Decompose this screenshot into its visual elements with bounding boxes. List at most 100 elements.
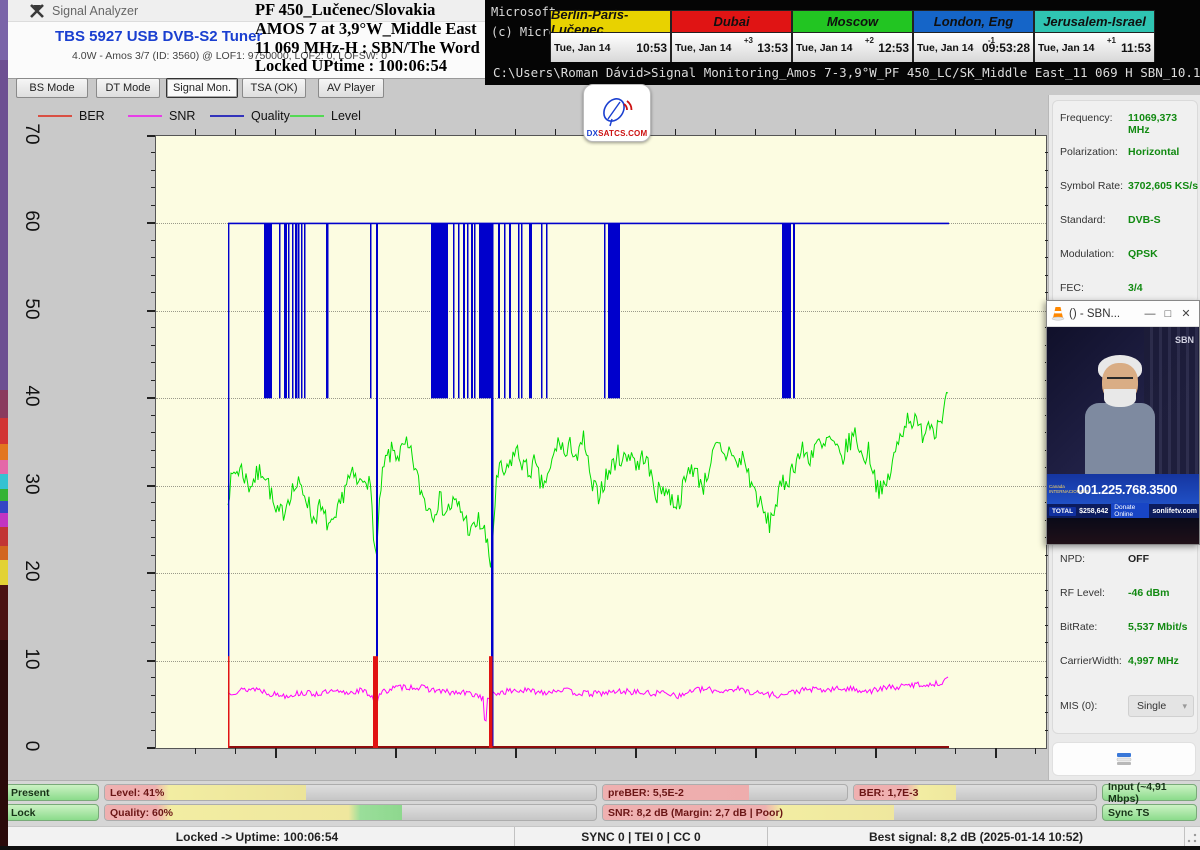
panel-value: 5,537 Mbit/s xyxy=(1128,621,1188,633)
chart-traces xyxy=(156,136,1046,748)
x-tick-top xyxy=(675,129,676,135)
clock-time: 10:53 xyxy=(636,41,667,55)
y-minor-tick xyxy=(151,450,155,451)
y-minor-tick xyxy=(151,187,155,188)
total-label: TOTAL xyxy=(1049,507,1076,516)
host-beard xyxy=(1104,389,1136,407)
total-value: $258,642 xyxy=(1079,508,1108,515)
tab-signal-mon-[interactable]: Signal Mon. xyxy=(166,78,238,98)
status-badge-sync-ts: Sync TS xyxy=(1102,804,1197,821)
tab-av-player[interactable]: AV Player xyxy=(318,78,384,98)
clock-utc-offset: +3 xyxy=(744,36,753,45)
mis-dropdown[interactable]: Single ▾ xyxy=(1128,695,1194,717)
y-axis-label: 30 xyxy=(20,471,42,497)
y-minor-tick xyxy=(151,642,155,643)
progress-label: Quality: 60% xyxy=(110,805,173,820)
y-minor-tick xyxy=(151,327,155,328)
y-major-tick xyxy=(147,660,155,662)
x-tick-top xyxy=(235,129,236,135)
vlc-window-title: () - SBN... xyxy=(1069,308,1120,320)
host-glasses xyxy=(1107,377,1133,385)
y-minor-tick xyxy=(151,257,155,258)
x-tick xyxy=(435,748,436,754)
panel-label: BitRate: xyxy=(1060,621,1097,633)
clock-city: Jerusalem-Israel xyxy=(1035,11,1154,33)
screen-edge xyxy=(0,846,1200,850)
x-tick-top xyxy=(515,129,516,135)
tv-host xyxy=(1085,355,1155,475)
clock-utc-offset: +2 xyxy=(865,36,874,45)
annotation-line-2: AMOS 7 at 3,9°W_Middle East xyxy=(255,20,490,39)
minimize-button[interactable]: — xyxy=(1141,308,1159,320)
decor-segment xyxy=(0,444,8,460)
clock-utc-offset: -1 xyxy=(988,36,995,45)
progress-bar-snr: SNR: 8,2 dB (Margin: 2,7 dB | Poor) xyxy=(602,804,1097,821)
clock-body: Tue, Jan 14 10:53 xyxy=(551,33,670,62)
satellite-dish-icon xyxy=(600,95,634,129)
panel-label: NPD: xyxy=(1060,553,1085,565)
y-minor-tick xyxy=(151,292,155,293)
close-button[interactable]: ✕ xyxy=(1177,307,1195,320)
panel-label: Symbol Rate: xyxy=(1060,180,1123,192)
x-tick-top xyxy=(995,129,996,135)
panel-value: 3702,605 KS/s xyxy=(1128,180,1198,192)
decor-segment xyxy=(0,501,8,513)
legend-label: SNR xyxy=(169,109,195,123)
y-minor-tick xyxy=(151,345,155,346)
vlc-title-bar[interactable]: () - SBN... — □ ✕ xyxy=(1047,301,1199,327)
clock-body: Tue, Jan 14-109:53:28 xyxy=(914,33,1033,62)
clock-city: Berlin-Paris-Lučenec xyxy=(551,11,670,33)
mis-value: Single xyxy=(1137,700,1166,712)
x-tick-top xyxy=(715,129,716,135)
panel-label: Standard: xyxy=(1060,214,1106,226)
clock-time: 12:53 xyxy=(878,41,909,55)
annotation-line-4: Locked UPtime : 100:06:54 xyxy=(255,57,490,76)
decor-segment xyxy=(0,513,8,527)
console-text: Microsoft xyxy=(491,5,556,19)
y-minor-tick xyxy=(151,520,155,521)
panel-label: Modulation: xyxy=(1060,248,1114,260)
lower-third-banner: Canada INTERNACIONALS 001.225.768.3500 xyxy=(1047,474,1199,504)
decor-segment xyxy=(0,560,8,585)
clock-date: Tue, Jan 14 xyxy=(554,42,610,54)
clock-1: DubaiTue, Jan 14+313:53 xyxy=(671,10,792,62)
y-major-tick xyxy=(147,485,155,487)
statusbar-cell-0: Locked -> Uptime: 100:06:54 xyxy=(0,827,515,847)
vlc-player-window[interactable]: () - SBN... — □ ✕ SBN Canada INTERNACION… xyxy=(1046,300,1200,545)
y-minor-tick xyxy=(151,205,155,206)
clock-time: 11:53 xyxy=(1121,41,1151,55)
progress-label: SNR: 8,2 dB (Margin: 2,7 dB | Poor) xyxy=(608,805,783,820)
x-tick-top xyxy=(955,129,956,135)
console-prompt[interactable]: C:\Users\Roman Dávid>Signal Monitoring_A… xyxy=(493,64,1200,80)
y-axis-label: 60 xyxy=(20,208,42,234)
clock-date: Tue, Jan 14 xyxy=(675,42,731,54)
y-minor-tick xyxy=(151,555,155,556)
legend-label: Level xyxy=(331,109,361,123)
panel-value: 3/4 xyxy=(1128,282,1143,294)
y-major-tick xyxy=(147,222,155,224)
y-minor-tick xyxy=(151,152,155,153)
tab-tsa-ok-[interactable]: TSA (OK) xyxy=(242,78,306,98)
vlc-video-area[interactable]: SBN Canada INTERNACIONALS 001.225.768.35… xyxy=(1047,327,1199,544)
tab-bs-mode[interactable]: BS Mode xyxy=(16,78,88,98)
y-major-tick xyxy=(147,747,155,749)
clock-body: Tue, Jan 14+212:53 xyxy=(793,33,912,62)
x-tick xyxy=(315,748,316,754)
vlc-cone-icon xyxy=(1051,306,1065,321)
status-badge-input-4-91-mbps-: Input (~4,91 Mbps) xyxy=(1102,784,1197,801)
transponder-button[interactable] xyxy=(1052,742,1196,776)
legend-label: Quality xyxy=(251,109,290,123)
maximize-button[interactable]: □ xyxy=(1159,308,1177,320)
annotation-line-3: 11 069 MHz-H : SBN/The Word xyxy=(255,39,490,58)
y-minor-tick xyxy=(151,467,155,468)
x-tick-top xyxy=(835,129,836,135)
resize-grip[interactable] xyxy=(1186,832,1198,844)
y-minor-tick xyxy=(151,432,155,433)
y-axis-label: 50 xyxy=(20,296,42,322)
panel-value: 11069,373 MHz xyxy=(1128,112,1200,136)
annotation-line-1: PF 450_Lučenec/Slovakia xyxy=(255,1,490,20)
x-tick xyxy=(515,748,517,758)
y-minor-tick xyxy=(151,415,155,416)
tab-dt-mode[interactable]: DT Mode xyxy=(96,78,160,98)
dxsatcs-logo: DXSATCS.COM xyxy=(583,84,651,142)
